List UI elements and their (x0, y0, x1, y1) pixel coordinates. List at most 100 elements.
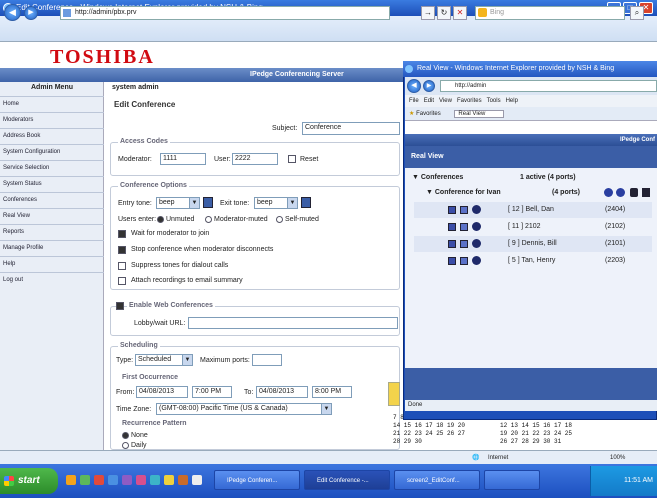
end-conference-icon[interactable] (642, 188, 650, 197)
popup-address-bar[interactable]: http://admin (440, 80, 657, 92)
from-date-input[interactable]: 04/08/2013 (136, 386, 188, 398)
quicklaunch-icon[interactable] (80, 475, 90, 485)
quicklaunch-icon[interactable] (164, 475, 174, 485)
attach-recordings-checkbox[interactable] (118, 277, 126, 285)
popup-back-button[interactable]: ◀ (407, 79, 421, 93)
sidebar-item-manage-profile[interactable]: Manage Profile (0, 240, 104, 256)
sidebar-item-conferences[interactable]: Conferences (0, 192, 104, 208)
to-time-input[interactable]: 8:00 PM (312, 386, 352, 398)
quicklaunch-icon[interactable] (150, 475, 160, 485)
taskbar-item[interactable] (484, 470, 540, 490)
search-input[interactable]: Bing (475, 6, 625, 20)
participant-status-icon (472, 239, 481, 248)
from-time-input[interactable]: 7:00 PM (192, 386, 232, 398)
search-button[interactable]: ⌕ (630, 6, 644, 20)
calendar-popup-icon[interactable] (388, 382, 400, 406)
participant-mute-icon[interactable] (448, 257, 456, 265)
popup-forward-button[interactable]: ▶ (423, 80, 435, 92)
time-zone-value: (GMT-08:00) Pacific Time (US & Canada) (159, 405, 288, 412)
menu-file[interactable]: File (409, 98, 419, 104)
tab-real-view[interactable]: Real View (454, 110, 505, 118)
sidebar-item-system-status[interactable]: System Status (0, 176, 104, 192)
exit-tone-play-icon[interactable] (301, 197, 311, 208)
quicklaunch-icon[interactable] (192, 475, 202, 485)
moderator-muted-radio[interactable] (205, 216, 212, 223)
favorites-button[interactable]: Favorites (416, 111, 441, 117)
sidebar-item-home[interactable]: Home (0, 96, 104, 112)
menu-tools[interactable]: Tools (487, 98, 501, 104)
taskbar-item[interactable]: screen2_EditConf... (394, 470, 480, 490)
chevron-down-icon: ▼ (189, 198, 199, 208)
stop-button[interactable]: ✕ (453, 6, 467, 20)
conference-name: Conference for Ivan (434, 189, 501, 196)
participant-hold-icon[interactable] (460, 240, 468, 248)
participant-mute-icon[interactable] (448, 223, 456, 231)
go-button[interactable]: → (421, 6, 435, 20)
sidebar-item-address-book[interactable]: Address Book (0, 128, 104, 144)
sidebar-item-service-selection[interactable]: Service Selection (0, 160, 104, 176)
globe-icon: 🌐 (472, 455, 480, 461)
recurrence-daily-radio[interactable] (122, 442, 129, 449)
quicklaunch-icon[interactable] (94, 475, 104, 485)
participant-ext: (2203) (605, 257, 626, 264)
refresh-button[interactable]: ↻ (437, 6, 451, 20)
to-date-input[interactable]: 04/08/2013 (256, 386, 308, 398)
sidebar-item-reports[interactable]: Reports (0, 224, 104, 240)
moderator-code-input[interactable]: 1111 (160, 153, 206, 165)
wait-moderator-checkbox[interactable] (118, 230, 126, 238)
banner-title: IPedge Conferencing Server (250, 71, 344, 78)
quicklaunch-icon[interactable] (136, 475, 146, 485)
sidebar-item-log-out[interactable]: Log out (0, 272, 104, 288)
sidebar-item-real-view[interactable]: Real View (0, 208, 104, 224)
calendar-week: 14 15 16 17 18 19 20 (393, 422, 466, 429)
participant-hold-icon[interactable] (460, 223, 468, 231)
address-bar[interactable]: http://admin/pbx.prv (60, 6, 390, 20)
time-zone-select[interactable]: (GMT-08:00) Pacific Time (US & Canada) ▼ (156, 403, 332, 415)
record-icon[interactable] (616, 188, 625, 197)
lobby-url-input[interactable] (188, 317, 398, 329)
taskbar-item[interactable]: Edit Conference -... (304, 470, 390, 490)
zoom-level[interactable]: 100% (610, 451, 625, 465)
quicklaunch-icon[interactable] (178, 475, 188, 485)
suppress-tones-checkbox[interactable] (118, 262, 126, 270)
type-select[interactable]: Scheduled ▼ (135, 354, 193, 366)
clock[interactable]: 11:51 AM (624, 477, 653, 484)
forward-button[interactable]: ▶ (24, 6, 38, 20)
participant-hold-icon[interactable] (460, 206, 468, 214)
page-title: Edit Conference (114, 100, 176, 109)
recurrence-none-radio[interactable] (122, 432, 129, 439)
menu-favorites[interactable]: Favorites (457, 98, 482, 104)
reset-checkbox[interactable] (288, 155, 296, 163)
participant-mute-icon[interactable] (448, 240, 456, 248)
menu-edit[interactable]: Edit (424, 98, 434, 104)
mute-all-icon[interactable] (604, 188, 613, 197)
quicklaunch-icon[interactable] (66, 475, 76, 485)
taskbar-item[interactable]: IPedge Conferen... (214, 470, 300, 490)
star-icon: ★ (409, 111, 415, 117)
user-code-input[interactable]: 2222 (232, 153, 278, 165)
entry-tone-play-icon[interactable] (203, 197, 213, 208)
subject-input[interactable]: Conference (302, 122, 400, 135)
quicklaunch-icon[interactable] (108, 475, 118, 485)
menu-view[interactable]: View (439, 98, 452, 104)
max-ports-input[interactable] (252, 354, 282, 366)
unmuted-radio[interactable] (157, 216, 164, 223)
conference-node[interactable]: ▼ Conference for Ivan (426, 185, 501, 201)
exit-tone-select[interactable]: beep ▼ (254, 197, 298, 209)
recurrence-legend: Recurrence Pattern (120, 420, 189, 427)
menu-help[interactable]: Help (506, 98, 518, 104)
participant-mute-icon[interactable] (448, 206, 456, 214)
sidebar-item-moderators[interactable]: Moderators (0, 112, 104, 128)
participant-hold-icon[interactable] (460, 257, 468, 265)
back-button[interactable]: ◀ (4, 4, 21, 21)
sidebar-item-system-configuration[interactable]: System Configuration (0, 144, 104, 160)
enable-web-conferences-checkbox[interactable] (116, 302, 124, 310)
entry-tone-select[interactable]: beep ▼ (156, 197, 200, 209)
calendar-week: 21 22 23 24 25 26 27 (393, 430, 466, 437)
lock-icon[interactable] (630, 188, 638, 197)
chevron-down-icon: ▼ (287, 198, 297, 208)
sidebar-item-help[interactable]: Help (0, 256, 104, 272)
quicklaunch-icon[interactable] (122, 475, 132, 485)
stop-conference-checkbox[interactable] (118, 246, 126, 254)
self-muted-radio[interactable] (276, 216, 283, 223)
